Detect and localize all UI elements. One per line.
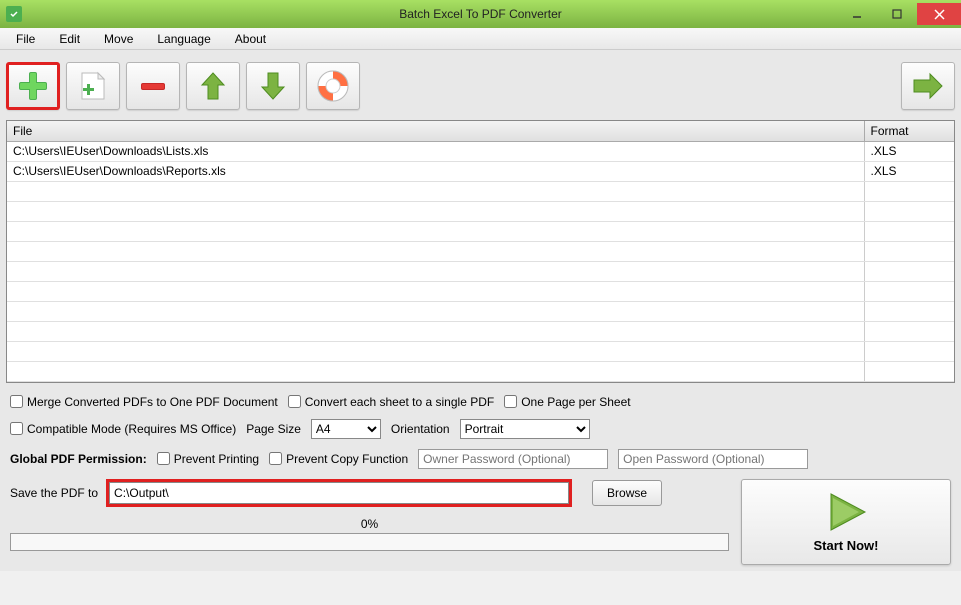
menu-language[interactable]: Language — [145, 30, 222, 48]
orientation-label: Orientation — [391, 422, 450, 436]
app-icon — [6, 6, 22, 22]
window-title: Batch Excel To PDF Converter — [399, 7, 562, 21]
plus-icon — [16, 69, 50, 103]
save-path-highlight — [106, 479, 572, 507]
menu-about[interactable]: About — [223, 30, 278, 48]
help-button[interactable] — [306, 62, 360, 110]
menubar: File Edit Move Language About — [0, 28, 961, 50]
file-list[interactable]: File Format C:\Users\IEUser\Downloads\Li… — [6, 120, 955, 383]
move-down-button[interactable] — [246, 62, 300, 110]
menu-file[interactable]: File — [4, 30, 47, 48]
one-page-per-sheet-checkbox[interactable]: One Page per Sheet — [504, 395, 630, 409]
remove-button[interactable] — [126, 62, 180, 110]
cell-format: .XLS — [864, 141, 954, 161]
start-button[interactable]: Start Now! — [741, 479, 951, 565]
minimize-button[interactable] — [837, 3, 877, 25]
options-panel: Merge Converted PDFs to One PDF Document… — [10, 395, 951, 469]
page-size-label: Page Size — [246, 422, 301, 436]
cell-file: C:\Users\IEUser\Downloads\Lists.xls — [7, 141, 864, 161]
content-area: File Format C:\Users\IEUser\Downloads\Li… — [0, 50, 961, 571]
lifebuoy-icon — [315, 68, 351, 104]
play-icon — [821, 490, 871, 534]
save-path-input[interactable] — [109, 482, 569, 504]
progress-bar — [10, 533, 729, 551]
table-row[interactable]: C:\Users\IEUser\Downloads\Lists.xls .XLS — [7, 141, 954, 161]
merge-pdfs-checkbox[interactable]: Merge Converted PDFs to One PDF Document — [10, 395, 278, 409]
browse-button[interactable]: Browse — [592, 480, 662, 506]
window-controls — [837, 3, 961, 25]
cell-file: C:\Users\IEUser\Downloads\Reports.xls — [7, 161, 864, 181]
progress-percent: 0% — [10, 517, 729, 531]
titlebar: Batch Excel To PDF Converter — [0, 0, 961, 28]
arrow-right-icon — [910, 68, 946, 104]
bottom-panel: Save the PDF to Browse 0% Start Now! — [10, 479, 951, 565]
add-folder-button[interactable] — [66, 62, 120, 110]
open-password-input[interactable] — [618, 449, 808, 469]
prevent-copy-checkbox[interactable]: Prevent Copy Function — [269, 452, 408, 466]
convert-each-sheet-checkbox[interactable]: Convert each sheet to a single PDF — [288, 395, 494, 409]
toolbar — [6, 62, 955, 110]
save-path-label: Save the PDF to — [10, 486, 98, 500]
add-file-button[interactable] — [6, 62, 60, 110]
move-up-button[interactable] — [186, 62, 240, 110]
start-label: Start Now! — [814, 538, 879, 553]
page-size-select[interactable]: A4 — [311, 419, 381, 439]
close-button[interactable] — [917, 3, 961, 25]
arrow-down-icon — [256, 69, 290, 103]
minus-icon — [136, 69, 170, 103]
menu-edit[interactable]: Edit — [47, 30, 92, 48]
column-header-format[interactable]: Format — [864, 121, 954, 141]
orientation-select[interactable]: Portrait — [460, 419, 590, 439]
arrow-up-icon — [196, 69, 230, 103]
menu-move[interactable]: Move — [92, 30, 145, 48]
cell-format: .XLS — [864, 161, 954, 181]
owner-password-input[interactable] — [418, 449, 608, 469]
compatible-mode-checkbox[interactable]: Compatible Mode (Requires MS Office) — [10, 422, 236, 436]
maximize-button[interactable] — [877, 3, 917, 25]
document-plus-icon — [76, 69, 110, 103]
convert-button[interactable] — [901, 62, 955, 110]
column-header-file[interactable]: File — [7, 121, 864, 141]
table-row[interactable]: C:\Users\IEUser\Downloads\Reports.xls .X… — [7, 161, 954, 181]
prevent-printing-checkbox[interactable]: Prevent Printing — [157, 452, 259, 466]
permissions-label: Global PDF Permission: — [10, 452, 147, 466]
